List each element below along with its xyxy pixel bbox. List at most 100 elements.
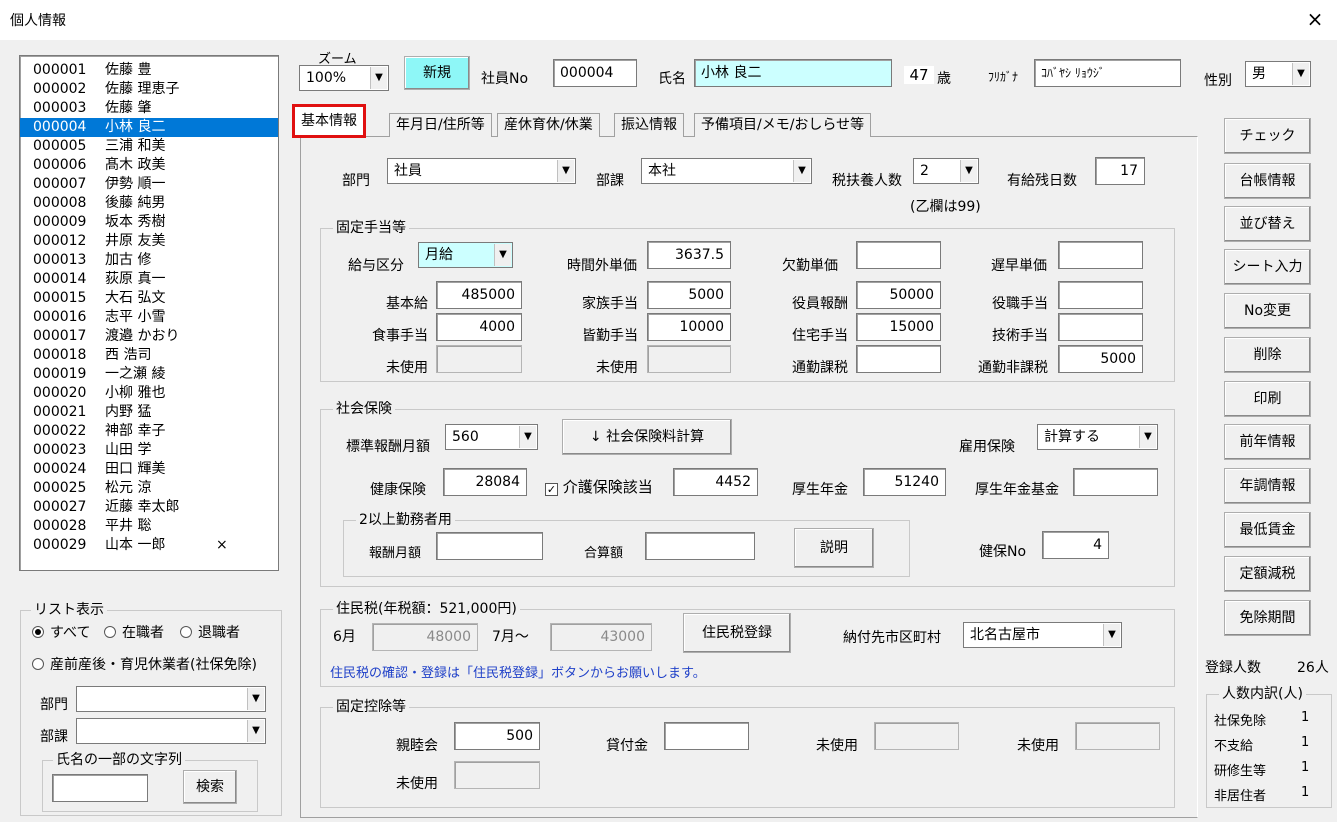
skill-field[interactable]	[1058, 313, 1143, 341]
radio-leave[interactable]: 産前産後・育児休業者(社保免除)	[32, 654, 257, 674]
employee-list-item[interactable]: 000004 小林 良二	[20, 118, 278, 137]
name-field[interactable]: 小林 良二	[694, 59, 892, 87]
employee-list-item[interactable]: 000024 田口 輝美	[20, 460, 278, 479]
loan-field[interactable]	[664, 722, 749, 750]
tab-maternity-leave[interactable]: 産休育休/休業	[497, 113, 600, 137]
tab-dates-address[interactable]: 年月日/住所等	[389, 113, 492, 137]
employee-list-item[interactable]: 000019 一之瀬 綾	[20, 365, 278, 384]
paid-leave-field[interactable]: 17	[1095, 157, 1145, 185]
employee-list-item[interactable]: 000017 渡邉 かおり	[20, 327, 278, 346]
delete-button[interactable]: 削除	[1224, 337, 1311, 373]
kana-field[interactable]: ｺﾊﾞﾔｼ ﾘｮｳｼﾞ	[1034, 59, 1181, 87]
dependents-select[interactable]: 2 ▼	[913, 158, 979, 184]
employee-list-item[interactable]: 000015 大石 弘文	[20, 289, 278, 308]
ledger-info-button[interactable]: 台帳情報	[1224, 163, 1311, 199]
pension-fund-field[interactable]	[1073, 468, 1158, 496]
new-button[interactable]: 新規	[404, 56, 470, 90]
employee-list-item[interactable]: 000014 荻原 真一	[20, 270, 278, 289]
employee-list-item[interactable]: 000023 山田 学	[20, 441, 278, 460]
multi-pay-field[interactable]	[436, 532, 543, 560]
commute-free-field[interactable]: 5000	[1058, 345, 1143, 373]
exemption-period-button[interactable]: 免除期間	[1224, 600, 1311, 636]
health-no-field[interactable]: 4	[1042, 531, 1109, 559]
care-field[interactable]: 4452	[673, 468, 758, 496]
employee-list-item[interactable]: 000027 近藤 幸太郎	[20, 498, 278, 517]
filter-section-select[interactable]: ▼	[76, 718, 266, 744]
employee-list-item[interactable]: 000028 平井 聡	[20, 517, 278, 536]
prev-year-info-button[interactable]: 前年情報	[1224, 424, 1311, 460]
employee-no: 000002	[33, 81, 87, 97]
pension-field[interactable]: 51240	[863, 468, 946, 496]
change-no-button[interactable]: No変更	[1224, 293, 1311, 329]
family-field[interactable]: 5000	[647, 281, 731, 309]
close-icon[interactable]: ×	[1300, 4, 1330, 34]
sort-button[interactable]: 並び替え	[1224, 206, 1311, 242]
meal-field[interactable]: 4000	[436, 313, 522, 341]
tab-bank-transfer[interactable]: 振込情報	[614, 113, 684, 137]
check-button[interactable]: チェック	[1224, 118, 1311, 154]
employee-list-item[interactable]: 000002 佐藤 理恵子	[20, 80, 278, 99]
radio-active[interactable]: 在職者	[104, 622, 164, 642]
officer-field[interactable]: 50000	[856, 281, 941, 309]
radio-retired[interactable]: 退職者	[180, 622, 240, 642]
commute-tax-field[interactable]	[856, 345, 941, 373]
empno-field[interactable]: 000004	[553, 59, 637, 87]
employee-list-item[interactable]: 000020 小柳 雅也	[20, 384, 278, 403]
gender-select[interactable]: 男 ▼	[1245, 61, 1311, 87]
name-search-input[interactable]	[52, 774, 148, 802]
zoom-select[interactable]: 100% ▼	[299, 65, 389, 91]
employee-list[interactable]: 000001 佐藤 豊 000002 佐藤 理恵子 000003 佐藤 肇 000004 小林…	[19, 55, 279, 571]
housing-field[interactable]: 15000	[856, 313, 941, 341]
employee-no: 000004	[33, 119, 87, 135]
calc-insurance-button[interactable]: ↓ 社会保険料計算	[562, 419, 732, 455]
overtime-field[interactable]: 3637.5	[647, 241, 731, 269]
search-button[interactable]: 検索	[183, 770, 237, 804]
flat-tax-reduction-button[interactable]: 定額減税	[1224, 556, 1311, 592]
absence-field[interactable]	[856, 241, 941, 269]
attendance-field[interactable]: 10000	[647, 313, 731, 341]
social-club-field[interactable]: 500	[454, 722, 540, 750]
filter-section-label: 部課	[40, 729, 68, 745]
late-field[interactable]	[1058, 241, 1143, 269]
employee-list-item[interactable]: 000001 佐藤 豊	[20, 61, 278, 80]
filter-dept-select[interactable]: ▼	[76, 686, 266, 712]
position-field[interactable]	[1058, 281, 1143, 309]
section-select[interactable]: 本社 ▼	[641, 158, 812, 184]
employee-list-item[interactable]: 000013 加古 修	[20, 251, 278, 270]
employee-list-item[interactable]: 000007 伊勢 順一	[20, 175, 278, 194]
employee-list-item[interactable]: 000005 三浦 和美	[20, 137, 278, 156]
print-button[interactable]: 印刷	[1224, 381, 1311, 417]
june-field: 48000	[372, 623, 478, 651]
radio-all[interactable]: すべて	[32, 622, 90, 642]
sheet-input-button[interactable]: シート入力	[1224, 249, 1311, 285]
employee-list-item[interactable]: 000006 髙木 政美	[20, 156, 278, 175]
min-wage-button[interactable]: 最低賃金	[1224, 512, 1311, 548]
tab-extra-memo[interactable]: 予備項目/メモ/おしらせ等	[694, 113, 872, 137]
resident-tax-register-button[interactable]: 住民税登録	[683, 613, 791, 653]
year-end-info-button[interactable]: 年調情報	[1224, 468, 1311, 504]
std-monthly-select[interactable]: 560 ▼	[445, 424, 538, 450]
employee-list-item[interactable]: 000008 後藤 純男	[20, 194, 278, 213]
employee-list-item[interactable]: 000022 神部 幸子	[20, 422, 278, 441]
employee-list-item[interactable]: 000025 松元 涼	[20, 479, 278, 498]
base-field[interactable]: 485000	[436, 281, 522, 309]
city-select[interactable]: 北名古屋市 ▼	[963, 622, 1122, 648]
health-field[interactable]: 28084	[443, 468, 527, 496]
employee-list-item[interactable]: 000003 佐藤 肇	[20, 99, 278, 118]
employee-list-item[interactable]: 000018 西 浩司	[20, 346, 278, 365]
employment-select[interactable]: 計算する ▼	[1037, 424, 1158, 450]
dept-select[interactable]: 社員 ▼	[387, 158, 576, 184]
employee-list-item[interactable]: 000016 志平 小雪	[20, 308, 278, 327]
employee-list-item[interactable]: 000009 坂本 秀樹	[20, 213, 278, 232]
care-checkbox[interactable]: ✓ 介護保険該当	[545, 476, 653, 497]
pay-type-select[interactable]: 月給 ▼	[418, 242, 513, 268]
employee-list-item[interactable]: 000021 内野 猛	[20, 403, 278, 422]
empno-label: 社員No	[481, 71, 529, 87]
tab-basic[interactable]: 基本情報	[292, 104, 366, 138]
employee-list-item[interactable]: 000029 山本 一郎 ×	[20, 536, 278, 555]
employee-list-item[interactable]: 000012 井原 友美	[20, 232, 278, 251]
breakdown-label-1: 不支給	[1214, 739, 1254, 754]
multi-total-field[interactable]	[645, 532, 755, 560]
registered-label: 登録人数	[1205, 660, 1261, 676]
explain-button[interactable]: 説明	[794, 528, 874, 568]
